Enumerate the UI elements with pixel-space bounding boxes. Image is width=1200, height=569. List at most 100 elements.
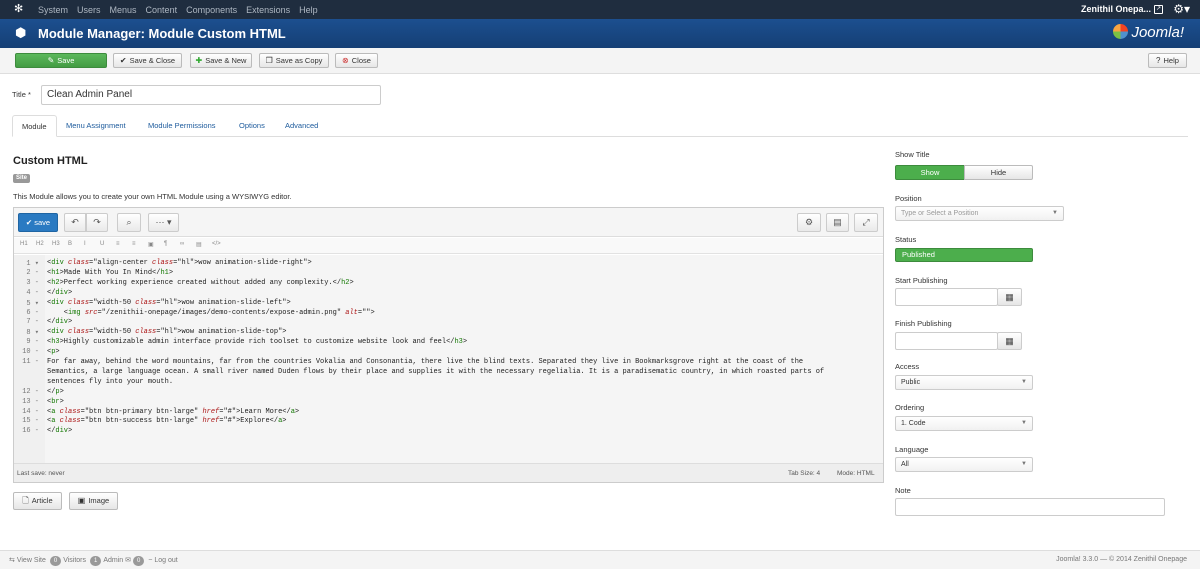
save-close-button[interactable]: ✔ Save & Close (113, 53, 182, 68)
calendar-icon: ▦ (1005, 292, 1014, 302)
start-publishing-input[interactable] (895, 288, 998, 306)
code-line[interactable]: <div class="width-50 class="hl">wow anim… (47, 299, 291, 307)
format-tool-icon[interactable]: H2 (36, 241, 44, 247)
code-line[interactable]: <br> (47, 398, 64, 406)
line-number: 7 - (26, 318, 39, 327)
access-value: Public (901, 379, 921, 386)
format-tool-icon[interactable]: </> (212, 241, 221, 247)
format-tool-icon[interactable]: ∞ (180, 241, 184, 247)
format-tool-icon[interactable]: ▤ (196, 241, 202, 248)
gear-icon[interactable]: ⚙▾ (1173, 2, 1190, 16)
code-line[interactable]: <div class="align-center class="hl">wow … (47, 259, 312, 267)
save-new-button[interactable]: ✚ Save & New (190, 53, 252, 68)
menu-components[interactable]: Components (186, 5, 237, 15)
expand-icon: ⤢ (862, 217, 870, 227)
start-calendar-button[interactable]: ▦ (997, 288, 1022, 306)
code-line[interactable]: <h2>Perfect working experience created w… (47, 279, 354, 287)
code-line[interactable]: </div> (47, 427, 72, 435)
format-tool-icon[interactable]: I (84, 241, 86, 247)
ordering-select[interactable]: 1. Code ▼ (895, 416, 1033, 431)
ordering-label: Ordering (895, 403, 925, 412)
code-line[interactable]: <h1>Made With You In Mind</h1> (47, 269, 173, 277)
tab-module-permissions[interactable]: Module Permissions (139, 115, 225, 137)
editor-status-bar: Last save: never Tab Size: 4 Mode: HTML (14, 463, 883, 482)
menu-content[interactable]: Content (146, 5, 178, 15)
redo-button[interactable]: ↷ (86, 213, 108, 232)
line-number: 15 - (22, 417, 39, 426)
save-button[interactable]: ✎ Save (15, 53, 107, 68)
menu-help[interactable]: Help (299, 5, 318, 15)
title-input[interactable]: Clean Admin Panel (41, 85, 381, 105)
format-tool-icon[interactable]: ≡ (132, 241, 136, 247)
show-title-hide-button[interactable]: Hide (964, 165, 1033, 180)
check-icon: ✔ (119, 56, 127, 65)
editor-settings-button[interactable]: ⚙ (797, 213, 821, 232)
code-line[interactable]: <h3>Highly customizable admin interface … (47, 338, 467, 346)
language-select[interactable]: All ▼ (895, 457, 1033, 472)
editor-save-button[interactable]: ✔ save (18, 213, 58, 232)
code-line[interactable]: Semantics, a large language ocean. A sma… (47, 368, 824, 376)
close-label: Close (351, 56, 371, 65)
close-button[interactable]: ⊗ Close (335, 53, 378, 68)
logout-link[interactable]: Log out (154, 557, 177, 564)
finish-calendar-button[interactable]: ▦ (997, 332, 1022, 350)
check-circle-icon: ✔ (25, 218, 35, 227)
access-label: Access (895, 362, 920, 371)
code-line[interactable]: <p> (47, 348, 60, 356)
position-select[interactable]: Type or Select a Position ▼ (895, 206, 1064, 221)
code-line[interactable]: </div> (47, 318, 72, 326)
search-button[interactable]: ⌕ (117, 213, 141, 232)
code-line[interactable]: For far away, behind the word mountains,… (47, 358, 803, 366)
more-options-button[interactable]: ⋯ ▾ (148, 213, 179, 232)
site-badge: Site (13, 174, 31, 183)
save-copy-button[interactable]: ❐ Save as Copy (259, 53, 329, 68)
format-tool-icon[interactable]: H3 (52, 241, 60, 247)
image-button[interactable]: ▣ Image (69, 492, 118, 510)
format-tool-icon[interactable]: ≡ (116, 241, 120, 247)
code-line[interactable]: </p> (47, 388, 64, 396)
view-site-icon: ⇆ (9, 557, 15, 564)
show-title-show-button[interactable]: Show (895, 165, 965, 180)
menu-users[interactable]: Users (77, 5, 101, 15)
module-heading: Custom HTML (13, 155, 88, 167)
title-label: Title * (12, 90, 31, 99)
chevron-down-icon: ▼ (1021, 420, 1027, 426)
format-tool-icon[interactable]: B (68, 241, 72, 247)
code-line[interactable]: sentences fly into your mouth. (47, 378, 173, 386)
format-tool-icon[interactable]: ¶ (164, 241, 167, 247)
editor-print-button[interactable]: ▤ (826, 213, 849, 232)
undo-button[interactable]: ↶ (64, 213, 86, 232)
code-line[interactable]: </div> (47, 289, 72, 297)
tab-advanced[interactable]: Advanced (276, 115, 327, 137)
view-site-link[interactable]: View Site (17, 557, 46, 564)
status-select[interactable]: Published (895, 248, 1033, 262)
access-select[interactable]: Public ▼ (895, 375, 1033, 390)
external-link-icon[interactable]: ↗ (1154, 5, 1163, 14)
code-line[interactable]: <img src="/zenithii-onepage/images/demo-… (47, 309, 375, 317)
format-tool-icon[interactable]: ▣ (148, 241, 154, 248)
joomla-icon[interactable]: ✻ (14, 4, 25, 15)
language-label: Language (895, 445, 929, 454)
tab-options[interactable]: Options (230, 115, 274, 137)
language-value: All (901, 461, 909, 468)
format-tool-icon[interactable]: H1 (20, 241, 28, 247)
tab-module[interactable]: Module (12, 115, 57, 137)
line-number: 10 - (22, 348, 39, 357)
help-button[interactable]: ? Help (1148, 53, 1187, 68)
tab-menu-assignment[interactable]: Menu Assignment (57, 115, 135, 137)
code-line[interactable]: <a class="btn btn-primary btn-large" hre… (47, 408, 299, 416)
code-line[interactable]: <div class="width-50 class="hl">wow anim… (47, 328, 287, 336)
fullscreen-button[interactable]: ⤢ (854, 213, 878, 232)
menu-system[interactable]: System (38, 5, 68, 15)
finish-publishing-input[interactable] (895, 332, 998, 350)
article-button[interactable]: 🗋 Article (13, 492, 62, 510)
menu-extensions[interactable]: Extensions (246, 5, 290, 15)
menu-menus[interactable]: Menus (110, 5, 137, 15)
note-input[interactable] (895, 498, 1165, 516)
messages-count[interactable]: 0 (132, 556, 145, 566)
code-area[interactable]: 1 ▾ <div class="align-center class="hl">w… (14, 255, 883, 463)
format-tool-icon[interactable]: U (100, 241, 104, 247)
tab-bar: Module Menu Assignment Module Permission… (12, 115, 1188, 137)
site-name-link[interactable]: Zenithil Onepa... (1081, 0, 1151, 19)
code-line[interactable]: <a class="btn btn-success btn-large" hre… (47, 417, 286, 425)
